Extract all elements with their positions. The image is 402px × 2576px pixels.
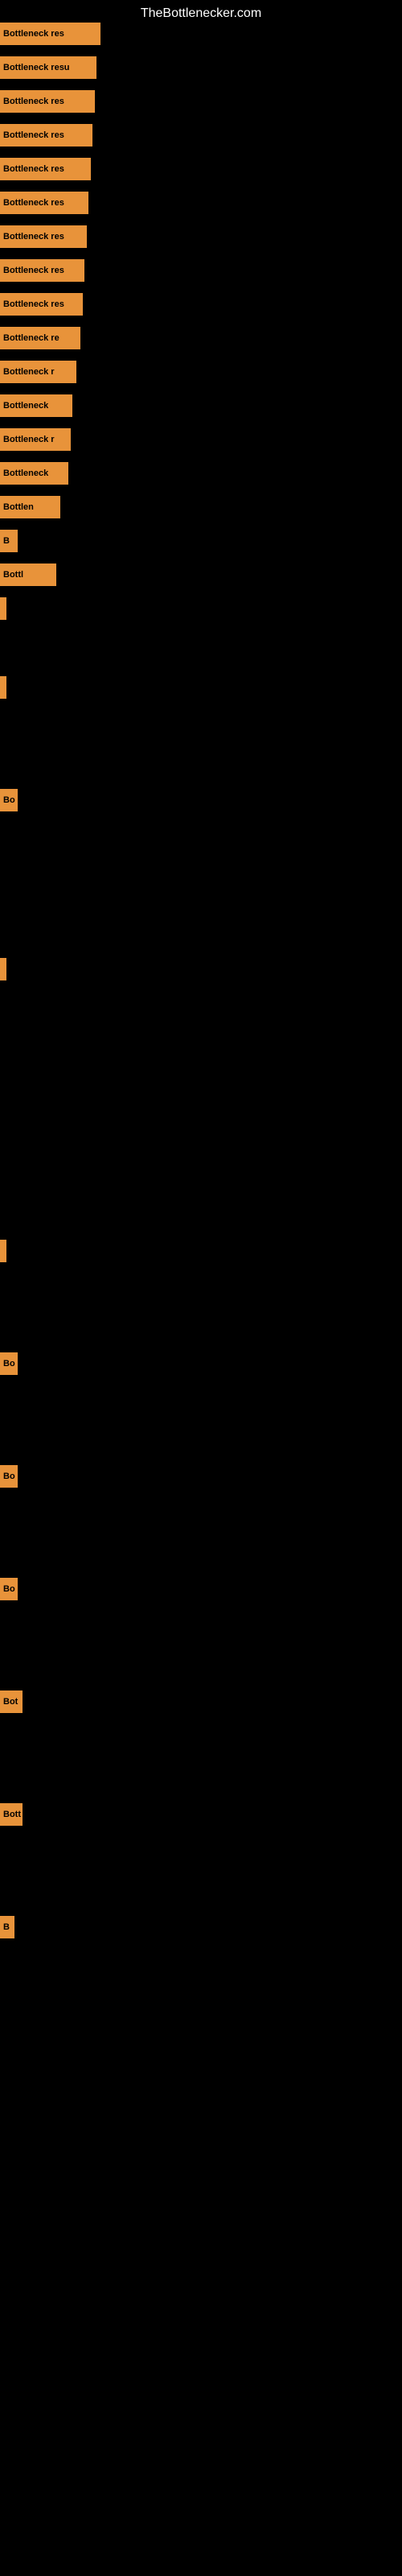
bar-label: Bottleneck res — [0, 192, 88, 214]
bar-label — [0, 958, 6, 980]
bar-item: Bottleneck res — [0, 23, 100, 45]
bar-label: Bo — [0, 1578, 18, 1600]
bar-label: Bottleneck res — [0, 124, 92, 147]
bar-label — [0, 597, 6, 620]
bar-item: Bottleneck — [0, 394, 72, 417]
bar-label: Bottleneck resu — [0, 56, 96, 79]
bar-item: Bottlen — [0, 496, 60, 518]
bar-label: Bottleneck — [0, 394, 72, 417]
bar-label: Bottleneck res — [0, 90, 95, 113]
bar-item: Bottleneck r — [0, 428, 71, 451]
bar-label: Bottleneck res — [0, 158, 91, 180]
bar-item — [0, 1240, 4, 1262]
bar-label: Bottleneck res — [0, 23, 100, 45]
bar-label: Bo — [0, 1465, 18, 1488]
bar-label: Bottleneck res — [0, 225, 87, 248]
bar-item — [0, 597, 4, 620]
bar-label — [0, 676, 6, 699]
bar-label: Bott — [0, 1803, 23, 1826]
bar-item: Bottl — [0, 564, 56, 586]
bar-item: Bottleneck res — [0, 225, 87, 248]
bar-label: Bot — [0, 1690, 23, 1713]
bar-item: Bottleneck re — [0, 327, 80, 349]
bar-label: Bo — [0, 789, 18, 811]
bar-item: Bo — [0, 1578, 18, 1600]
bar-item: Bott — [0, 1803, 23, 1826]
bar-item: Bo — [0, 789, 18, 811]
bar-item — [0, 676, 4, 699]
bar-label: Bottleneck r — [0, 428, 71, 451]
bar-item: Bottleneck resu — [0, 56, 96, 79]
bar-item: Bottleneck res — [0, 158, 91, 180]
bar-item — [0, 958, 4, 980]
bar-label: Bottleneck — [0, 462, 68, 485]
bar-label: Bottleneck re — [0, 327, 80, 349]
bar-item: Bottleneck res — [0, 192, 88, 214]
bar-label: B — [0, 530, 18, 552]
bar-item: Bottleneck — [0, 462, 68, 485]
bar-item: Bottleneck r — [0, 361, 76, 383]
bar-item: Bottleneck res — [0, 90, 95, 113]
bar-label: Bottleneck r — [0, 361, 76, 383]
bar-label: B — [0, 1916, 14, 1938]
bar-item: Bottleneck res — [0, 293, 83, 316]
bar-label: Bottleneck res — [0, 293, 83, 316]
bar-item: Bot — [0, 1690, 23, 1713]
bar-item: B — [0, 530, 18, 552]
bar-item: B — [0, 1916, 14, 1938]
bar-item: Bottleneck res — [0, 124, 92, 147]
bar-item: Bo — [0, 1465, 18, 1488]
bar-item: Bo — [0, 1352, 18, 1375]
bar-label: Bottlen — [0, 496, 60, 518]
bar-label: Bo — [0, 1352, 18, 1375]
bar-label — [0, 1240, 6, 1262]
bar-label: Bottl — [0, 564, 56, 586]
bar-label: Bottleneck res — [0, 259, 84, 282]
bar-item: Bottleneck res — [0, 259, 84, 282]
